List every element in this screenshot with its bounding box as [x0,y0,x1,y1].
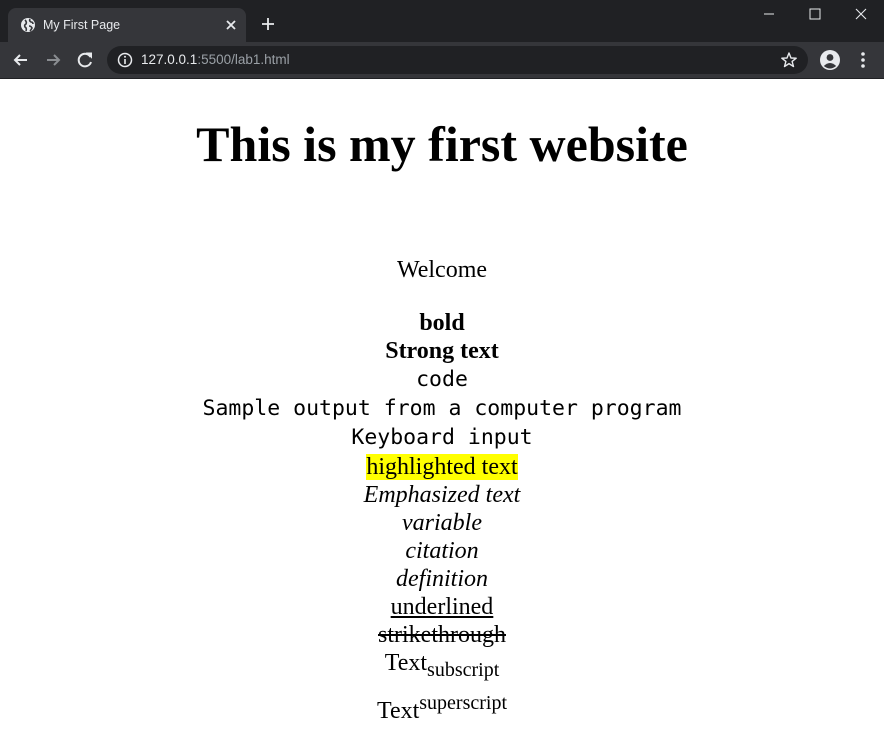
address-bar[interactable]: 127.0.0.1:5500/lab1.html [107,46,808,74]
page-content: This is my first website Welcome bold St… [0,79,884,735]
close-icon[interactable] [224,18,238,32]
samp-line: Sample output from a computer program [0,395,884,423]
url-host: 127.0.0.1 [141,52,198,67]
welcome-text: Welcome [396,257,488,283]
forward-arrow-icon[interactable] [43,50,63,70]
definition-text: definition [396,566,488,592]
dfn-line: definition [0,565,884,593]
mark-line: highlighted text [0,453,884,481]
underline-line: underlined [0,593,884,621]
code-line: code [0,366,884,394]
strikethrough-text: strikethrough [378,622,506,648]
strong-text: Strong text [385,338,499,364]
superscript-text: superscript [419,692,508,714]
subscript-base-text: Text [384,650,428,676]
bold-line: bold [0,309,884,337]
strong-line: Strong text [0,337,884,365]
back-arrow-icon[interactable] [11,50,31,70]
em-line: Emphasized text [0,481,884,509]
var-line: variable [0,509,884,537]
menu-icon[interactable] [853,50,873,70]
star-icon[interactable] [780,51,798,69]
maximize-icon[interactable] [792,0,838,30]
info-icon[interactable] [117,52,133,68]
superscript-line: Textsuperscript [0,689,884,725]
page-title: This is my first website [196,116,688,172]
reload-icon[interactable] [75,50,95,70]
browser-titlebar: My First Page [0,0,884,42]
strike-line: strikethrough [0,621,884,649]
subscript-line: Textsubscript [0,649,884,684]
browser-toolbar: 127.0.0.1:5500/lab1.html [0,42,884,79]
keyboard-input-text: Keyboard input [351,425,533,450]
kbd-line: Keyboard input [0,424,884,452]
cite-line: citation [0,537,884,565]
browser-tab[interactable]: My First Page [8,8,246,42]
url-text[interactable]: 127.0.0.1:5500/lab1.html [141,52,290,68]
minimize-icon[interactable] [746,0,792,30]
superscript-base-text: Text [376,698,420,724]
sample-output-text: Sample output from a computer program [202,396,682,421]
underlined-text: underlined [390,594,494,620]
code-text: code [416,367,468,392]
window-close-icon[interactable] [838,0,884,30]
variable-text: variable [402,510,482,536]
subscript-text: subscript [427,658,500,681]
globe-icon [21,18,35,32]
bold-text: bold [419,310,465,336]
tab-title: My First Page [43,18,121,32]
profile-icon[interactable] [819,49,841,71]
plus-icon[interactable] [259,15,277,33]
highlighted-text: highlighted text [366,454,518,480]
url-path: :5500/lab1.html [197,52,290,67]
citation-text: citation [405,538,479,564]
emphasized-text: Emphasized text [363,482,521,508]
